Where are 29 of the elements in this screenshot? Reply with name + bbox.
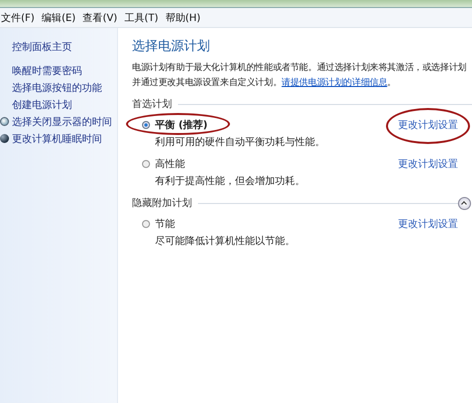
- group-label: 隐藏附加计划: [132, 196, 192, 210]
- description-text: 电源计划有助于最大化计算机的性能或者节能。通过选择计划来将其激活，或选择计划并通过更改其电源设置来自定义计划。请提供电源计划的详细信息。: [132, 61, 468, 90]
- plan-name: 平衡 (推荐): [155, 118, 209, 132]
- sidebar-link[interactable]: 更改计算机睡眠时间: [12, 132, 102, 146]
- group-label: 首选计划: [132, 98, 172, 111]
- details-link[interactable]: 请提供电源计划的详细信息: [282, 77, 388, 88]
- sidebar-link[interactable]: 创建电源计划: [12, 98, 72, 112]
- change-plan-settings-link[interactable]: 更改计划设置: [398, 216, 458, 230]
- menu-item[interactable]: 编辑(E): [42, 10, 76, 24]
- radio-button[interactable]: [142, 220, 150, 228]
- radio-button[interactable]: [142, 120, 150, 128]
- change-plan-settings-link[interactable]: 更改计划设置: [398, 156, 458, 170]
- plan-name: 高性能: [155, 158, 186, 170]
- plan-description: 利用可用的硬件自动平衡功耗与性能。: [154, 136, 326, 150]
- menu-item[interactable]: 工具(T): [124, 10, 158, 24]
- menu-item[interactable]: 查看(V): [82, 10, 118, 24]
- collapse-button[interactable]: [458, 196, 471, 210]
- page-title: 选择电源计划: [132, 38, 211, 55]
- plan-description: 有利于提高性能，但会增加功耗。: [154, 174, 306, 189]
- change-plan-settings-link[interactable]: 更改计划设置: [398, 118, 458, 132]
- menu-item[interactable]: 文件(F): [1, 10, 35, 24]
- sidebar-link[interactable]: 选择关闭显示器的时间: [12, 114, 112, 128]
- plan-name: 节能: [155, 218, 176, 230]
- radio-button[interactable]: [142, 160, 150, 168]
- sidebar-link[interactable]: 唤醒时需要密码: [12, 64, 82, 78]
- plan-description: 尽可能降低计算机性能以节能。: [154, 234, 296, 249]
- sidebar-link[interactable]: 选择电源按钮的功能: [12, 80, 102, 94]
- menu-item[interactable]: 帮助(H): [165, 10, 201, 24]
- sidebar-link[interactable]: 控制面板主页: [12, 40, 72, 54]
